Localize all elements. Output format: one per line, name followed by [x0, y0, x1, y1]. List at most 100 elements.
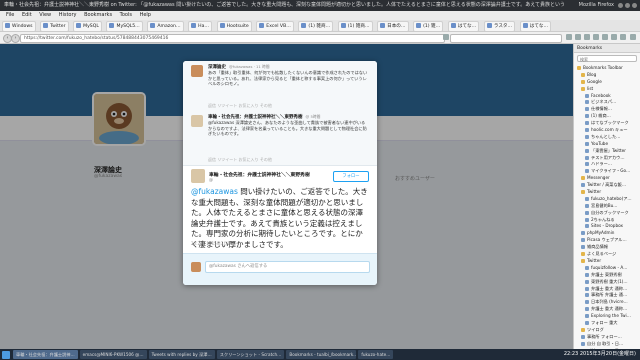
addon-icon[interactable] [620, 34, 626, 40]
maximize-icon[interactable] [625, 3, 630, 8]
bookmark-item[interactable]: Hootsuite [216, 21, 252, 31]
minimize-icon[interactable] [618, 3, 623, 8]
bookmark-link[interactable]: 自分 自 取引・日… [577, 341, 640, 348]
taskbar-item[interactable]: 車輪・社会先祖：弁護士説神… [13, 350, 78, 359]
bookmark-folder[interactable]: Twitter [577, 189, 640, 196]
sidebar-search-input[interactable]: 検索 [577, 55, 637, 62]
forward-icon[interactable]: › [11, 34, 20, 43]
bookmark-link[interactable]: 「東雲屋」Twitter [577, 148, 640, 155]
close-icon[interactable] [632, 3, 637, 8]
bookmark-link[interactable]: マイクライフ・Go… [577, 168, 640, 175]
bookmark-item[interactable]: (1) 雑商… [298, 21, 334, 31]
menu-bookmarks[interactable]: Bookmarks [84, 12, 112, 18]
bookmark-item[interactable]: Twitter [40, 21, 69, 31]
bookmark-folder[interactable]: list [577, 86, 640, 93]
bookmark-link[interactable]: phpMyAdmin [577, 230, 640, 237]
bookmark-item[interactable]: MySQL5… [106, 21, 143, 31]
bookmark-folder[interactable]: Google [577, 79, 640, 86]
bookmark-link[interactable]: hoolic.com キュー [577, 127, 640, 134]
bookmark-folder[interactable]: Messenger [577, 175, 640, 182]
avatar[interactable] [191, 115, 203, 127]
bookmark-link[interactable]: はてなブックマーク [577, 120, 640, 127]
bookmark-link[interactable]: Twitter / 高菜な飯… [577, 182, 640, 189]
avatar[interactable] [191, 65, 203, 77]
bookmark-link[interactable]: 東野秀樹 重大(1)… [577, 279, 640, 286]
reply-input[interactable]: @fukazawas さんへ返信する [205, 261, 370, 273]
bookmark-link[interactable]: 事務所 弁護士 通… [577, 292, 640, 299]
url-field[interactable]: https://twitter.com/fukuzo_hatebo/status… [20, 33, 445, 43]
start-icon[interactable] [2, 350, 10, 359]
reply-tweet[interactable]: 深澤論史 @fukazawas · 11 時間 あの「重体」取引重体、何が何でも拡… [183, 61, 377, 112]
taskbar-item[interactable]: emacs@MINI6-PKW1506 @… [79, 350, 147, 359]
bookmark-link[interactable]: 弁護士 東野秀樹 [577, 272, 640, 279]
menu-file[interactable]: File [6, 12, 14, 18]
reply-actions[interactable]: 返信 リツイート お気に入り その他 [208, 103, 272, 109]
taskbar-item[interactable]: fukuzo-hate… [358, 350, 394, 359]
bookmark-link[interactable]: 2ちゃんねる [577, 217, 640, 224]
bookmark-link[interactable]: ビジネスパ… [577, 99, 640, 106]
bookmark-link[interactable]: 雑商品情報 [577, 244, 640, 251]
bookmark-link[interactable]: ハドラー… [577, 161, 640, 168]
clock[interactable]: 22:23 2015年3月20日(金曜日) [564, 349, 636, 360]
bookmark-link[interactable]: 日本列島 (hvicre… [577, 299, 640, 306]
bookmark-link[interactable]: Exploring the Twi… [577, 313, 640, 320]
sidebar-header[interactable]: Bookmarks [574, 44, 640, 53]
bookmark-link[interactable]: Facebook [577, 93, 640, 100]
addon-icon[interactable] [611, 34, 617, 40]
bookmark-link[interactable]: Picasa ウェブアル… [577, 237, 640, 244]
bookmark-link[interactable]: テスト用アカウ… [577, 155, 640, 162]
bookmark-item[interactable]: Excel VB… [256, 21, 294, 31]
addon-icon[interactable] [584, 34, 590, 40]
bookmark-link[interactable]: 宮島健的Bu… [577, 203, 640, 210]
bookmark-link[interactable]: 仕様情報… [577, 106, 640, 113]
bookmark-link[interactable]: fukuzo_hatebo(ア… [577, 196, 640, 203]
taskbar-item[interactable]: Bookmarks - tualbi_/bookmark… [286, 350, 357, 359]
bookmark-item[interactable]: ラスタ… [483, 21, 516, 31]
menu-history[interactable]: History [59, 12, 77, 18]
menu-edit[interactable]: Edit [22, 12, 32, 18]
bookmark-link[interactable]: ちゃんとした… [577, 134, 640, 141]
window-controls[interactable] [616, 2, 637, 11]
reload-icon[interactable] [443, 34, 449, 40]
menu-icon[interactable] [630, 34, 636, 40]
mention-link[interactable]: @fukazawas [191, 187, 238, 196]
menu-view[interactable]: View [39, 12, 51, 18]
bookmark-link[interactable]: 自分のブックマーク [577, 210, 640, 217]
bookmark-item[interactable]: Windows [2, 21, 36, 31]
tweet-timestamp[interactable]: 20:22 - 2015年3月19日 [191, 241, 236, 247]
taskbar-item[interactable]: Tweets with replies by 深澤… [148, 350, 215, 359]
bookmark-link[interactable]: 弁護士 重大 通称… [577, 286, 640, 293]
menu-help[interactable]: Help [140, 12, 151, 18]
download-icon[interactable] [575, 34, 581, 40]
home-icon[interactable] [566, 34, 572, 40]
bookmark-folder[interactable]: Twitter [577, 258, 640, 265]
reply-actions[interactable]: 返信 リツイート お気に入り その他 [208, 157, 272, 163]
addon-icon[interactable] [593, 34, 599, 40]
bookmark-item[interactable]: はてな… [447, 21, 480, 31]
menu-tools[interactable]: Tools [120, 12, 132, 18]
bookmark-item[interactable]: Amazon… [147, 21, 184, 31]
bookmark-link[interactable]: 事務所 フォロー… [577, 334, 640, 341]
bookmark-link[interactable]: YouTube [577, 141, 640, 148]
tweet-author[interactable]: 車輪・社会先祖：弁護士説神神社＼＼東野秀樹 [209, 171, 310, 178]
bookmark-item[interactable]: MySQL [73, 21, 102, 31]
bookmark-link[interactable]: 弁護士 重大 通称… [577, 306, 640, 313]
bookmark-folder[interactable]: Blog [577, 72, 640, 79]
bookmark-item[interactable]: (1) 雑商… [337, 21, 373, 31]
bookmark-folder[interactable]: よく見るページ [577, 251, 640, 258]
bookmark-link[interactable]: Sites - Dropbox [577, 223, 640, 230]
bookmark-link[interactable]: フォロー 重大 [577, 320, 640, 327]
taskbar-item[interactable]: スクリーンショット - Scratch… [216, 350, 285, 359]
bookmark-folder[interactable]: ツイログ [577, 327, 640, 334]
reply-tweet[interactable]: 車輪・社会先祖：弁護士説神神社＼＼東野秀樹 @ 5時間 @fukazawas 深澤… [183, 111, 377, 166]
bookmark-folder[interactable]: Bookmarks Toolbar [577, 65, 640, 72]
bookmark-item[interactable]: (1) 雑… [413, 21, 444, 31]
bookmark-link[interactable]: fuquizfollow - A… [577, 265, 640, 272]
bookmark-item[interactable]: 日本の… [377, 21, 409, 31]
bookmark-item[interactable]: Ha… [188, 21, 213, 31]
addon-icon[interactable] [602, 34, 608, 40]
bookmark-link[interactable]: (1) 雑商… [577, 113, 640, 120]
search-input[interactable] [450, 33, 562, 43]
avatar[interactable] [191, 169, 205, 183]
bookmark-item[interactable]: はてな… [519, 21, 552, 31]
